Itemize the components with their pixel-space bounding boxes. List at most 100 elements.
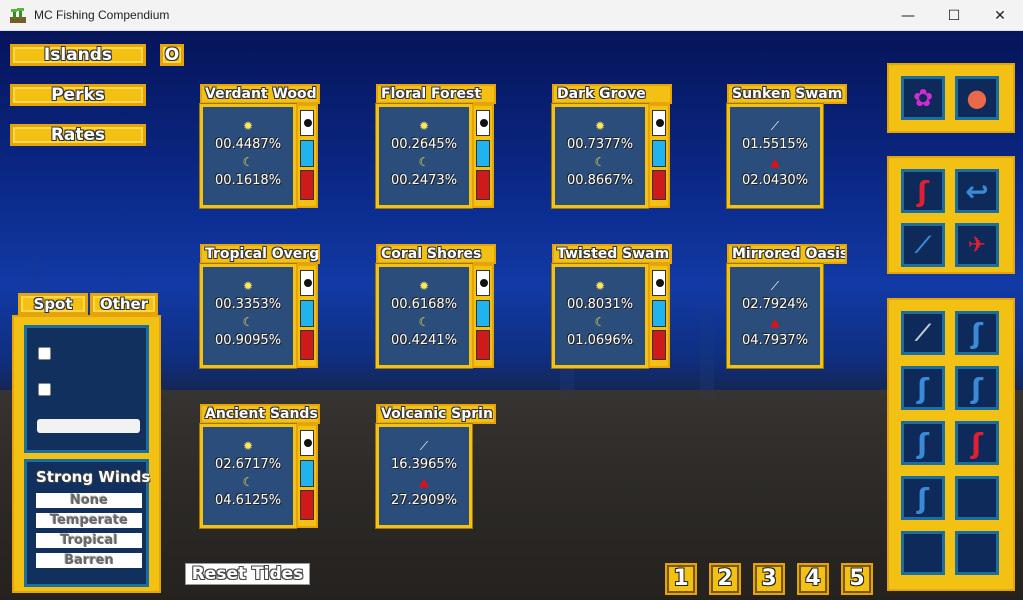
weather-option[interactable]: None xyxy=(36,493,142,508)
day-rate: 02.6717% xyxy=(214,457,282,472)
blue-hook-icon: ↩ xyxy=(965,174,989,208)
weather-title: Strong Winds xyxy=(36,468,151,486)
gear-slot-7[interactable]: ʃ xyxy=(901,366,945,410)
gauge-top xyxy=(652,270,666,296)
weather-option[interactable]: Barren xyxy=(36,553,142,568)
gauge-top xyxy=(300,110,314,136)
night-rate: 00.9095% xyxy=(214,333,282,348)
bait-slot-1[interactable]: ✿ xyxy=(901,76,945,120)
gear-slot-2[interactable]: ↩ xyxy=(955,169,999,213)
tab-other[interactable]: Other xyxy=(90,293,158,315)
island-name: Mirrored Oasis xyxy=(727,244,847,264)
rates-box: ⟋ 01.5515% ▲ 02.0430% xyxy=(726,103,824,209)
island-card[interactable]: Tropical Overg ✹ 00.3353% ☾ 00.9095% xyxy=(199,244,320,370)
reset-tides-button[interactable]: Reset Tides xyxy=(185,563,310,585)
island-card[interactable]: Floral Forest ✹ 00.2645% ☾ 00.2473% xyxy=(375,84,496,210)
islands-button[interactable]: Islands xyxy=(10,44,146,66)
island-card[interactable]: Mirrored Oasis ⟋ 02.7924% ▲ 04.7937% xyxy=(726,244,847,370)
spot-input[interactable] xyxy=(37,419,140,433)
rates-box: ✹ 00.7377% ☾ 00.8667% xyxy=(551,103,649,209)
sun-icon: ✹ xyxy=(242,119,254,133)
app-icon xyxy=(10,8,26,23)
spot-checkbox-2[interactable] xyxy=(38,383,51,396)
island-name: Coral Shores xyxy=(376,244,496,264)
island-card[interactable]: Verdant Wood ✹ 00.4487% ☾ 00.1618% xyxy=(199,84,320,210)
boost-rate: 02.0430% xyxy=(741,173,809,188)
o-button[interactable]: O xyxy=(160,44,184,66)
gauge-top xyxy=(652,110,666,136)
day-rate: 00.8031% xyxy=(566,297,634,312)
blue-hook-icon: ʃ xyxy=(917,426,929,460)
gear-slot-12[interactable] xyxy=(955,476,999,520)
gauge-middle xyxy=(652,300,666,327)
gauge-top xyxy=(476,270,490,296)
island-card[interactable]: Coral Shores ✹ 00.6168% ☾ 00.4241% xyxy=(375,244,496,370)
island-name: Tropical Overg xyxy=(200,244,320,264)
rates-button[interactable]: Rates xyxy=(10,124,146,146)
tide-gauge xyxy=(648,264,670,368)
moon-icon: ☾ xyxy=(594,155,606,169)
maximize-button[interactable]: ☐ xyxy=(931,0,977,31)
gear-slot-5[interactable]: ⟋ xyxy=(901,311,945,355)
perks-button[interactable]: Perks xyxy=(10,84,146,106)
sun-icon: ✹ xyxy=(242,439,254,453)
gauge-middle xyxy=(476,140,490,167)
gauge-top xyxy=(300,430,314,456)
island-card[interactable]: Dark Grove ✹ 00.7377% ☾ 00.8667% xyxy=(551,84,672,210)
gear-slot-8[interactable]: ʃ xyxy=(955,366,999,410)
tab-spot[interactable]: Spot xyxy=(18,293,88,315)
window-title: MC Fishing Compendium xyxy=(34,8,170,22)
island-card[interactable]: Sunken Swam ⟋ 01.5515% ▲ 02.0430% xyxy=(726,84,847,210)
gear-slot-3[interactable]: ⟋ xyxy=(901,223,945,267)
page-3-button[interactable]: 3 xyxy=(753,563,785,595)
gauge-top xyxy=(300,270,314,296)
gear-slot-1[interactable]: ʃ xyxy=(901,169,945,213)
day-rate: 00.7377% xyxy=(566,137,634,152)
night-rate: 01.0696% xyxy=(566,333,634,348)
blue-hook-icon: ʃ xyxy=(917,371,929,405)
bait-slot-2[interactable]: ● xyxy=(955,76,999,120)
red-lure-icon: ✈ xyxy=(967,232,987,258)
fishing-rod-icon: ⟋ xyxy=(770,119,780,133)
spot-panel xyxy=(12,315,161,593)
day-rate: 00.3353% xyxy=(214,297,282,312)
gauge-middle xyxy=(652,140,666,167)
gear-slot-9[interactable]: ʃ xyxy=(901,421,945,465)
night-rate: 00.1618% xyxy=(214,173,282,188)
island-card[interactable]: Twisted Swam ✹ 00.8031% ☾ 01.0696% xyxy=(551,244,672,370)
rod-rate: 16.3965% xyxy=(390,457,458,472)
close-button[interactable]: ✕ xyxy=(977,0,1023,31)
gear-slot-14[interactable] xyxy=(955,531,999,575)
red-hook-icon: ʃ xyxy=(971,426,983,460)
moon-icon: ☾ xyxy=(594,315,606,329)
weather-option[interactable]: Tropical xyxy=(36,533,142,548)
gauge-bottom xyxy=(300,490,314,520)
tide-gauge xyxy=(472,264,494,368)
blue-hook-icon: ʃ xyxy=(917,481,929,515)
tide-gauge xyxy=(648,104,670,208)
spot-checkbox-1[interactable] xyxy=(38,347,51,360)
weather-option[interactable]: Temperate xyxy=(36,513,142,528)
island-name: Dark Grove xyxy=(552,84,672,104)
island-name: Twisted Swam xyxy=(552,244,672,264)
minimize-button[interactable]: — xyxy=(885,0,931,31)
page-2-button[interactable]: 2 xyxy=(709,563,741,595)
gear-slot-13[interactable] xyxy=(901,531,945,575)
bait-panel: ✿ ● xyxy=(887,63,1015,133)
island-card[interactable]: Volcanic Sprin ⟋ 16.3965% ▲ 27.2909% xyxy=(375,404,496,530)
page-5-button[interactable]: 5 xyxy=(841,563,873,595)
sun-icon: ✹ xyxy=(242,279,254,293)
gear-slot-10[interactable]: ʃ xyxy=(955,421,999,465)
gear-slot-6[interactable]: ʃ xyxy=(955,311,999,355)
gear-slot-4[interactable]: ✈ xyxy=(955,223,999,267)
page-4-button[interactable]: 4 xyxy=(797,563,829,595)
island-card[interactable]: Ancient Sands ✹ 02.6717% ☾ 04.6125% xyxy=(199,404,320,530)
gauge-bottom xyxy=(476,170,490,200)
red-star-icon: ▲ xyxy=(770,155,780,169)
sun-icon: ✹ xyxy=(418,119,430,133)
page-1-button[interactable]: 1 xyxy=(665,563,697,595)
moon-icon: ☾ xyxy=(242,315,254,329)
fishing-rod-icon: ⟋ xyxy=(770,279,780,293)
gear-slot-11[interactable]: ʃ xyxy=(901,476,945,520)
gauge-middle xyxy=(300,300,314,327)
